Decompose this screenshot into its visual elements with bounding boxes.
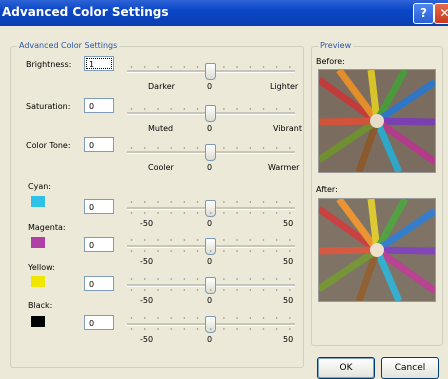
magenta-min-label: -50 bbox=[140, 257, 154, 266]
saturation-label: Saturation: bbox=[26, 102, 71, 111]
cyan-mid-label: 0 bbox=[207, 219, 213, 228]
preview-group-legend: Preview bbox=[318, 41, 354, 50]
color-tone-label: Color Tone: bbox=[26, 141, 71, 150]
yellow-label: Yellow: bbox=[28, 263, 55, 272]
preview-after-label: After: bbox=[316, 185, 338, 194]
close-icon[interactable]: ✕ bbox=[434, 3, 448, 24]
black-mid-label: 0 bbox=[207, 335, 213, 344]
magenta-mid-label: 0 bbox=[207, 257, 213, 266]
saturation-min-label: Muted bbox=[148, 124, 174, 133]
yellow-ticks-bottom bbox=[125, 289, 297, 291]
title-bar[interactable]: Advanced Color Settings ? ✕ bbox=[0, 0, 448, 26]
color-tone-min-label: Cooler bbox=[148, 163, 174, 172]
black-field[interactable]: 0 bbox=[84, 315, 114, 330]
black-min-label: -50 bbox=[140, 335, 154, 344]
saturation-max-label: Vibrant bbox=[273, 124, 302, 133]
cyan-ticks-bottom bbox=[125, 212, 297, 214]
cyan-max-label: 50 bbox=[283, 219, 294, 228]
magenta-label: Magenta: bbox=[28, 223, 66, 232]
saturation-mid-label: 0 bbox=[207, 124, 213, 133]
brightness-label: Brightness: bbox=[26, 60, 72, 69]
black-label: Black: bbox=[28, 301, 53, 310]
brightness-field[interactable]: 1 bbox=[84, 56, 114, 71]
preview-before-label: Before: bbox=[316, 57, 345, 66]
yellow-max-label: 50 bbox=[283, 296, 294, 305]
cancel-button[interactable]: Cancel bbox=[381, 357, 439, 379]
black-row: 0 -50 0 50 bbox=[0, 315, 448, 355]
color-tone-slider-thumb[interactable] bbox=[205, 144, 216, 161]
magenta-slider-thumb[interactable] bbox=[205, 238, 216, 255]
dialog-client: Advanced Color Settings Preview Brightne… bbox=[0, 26, 448, 379]
settings-group-legend: Advanced Color Settings bbox=[17, 41, 120, 50]
color-tone-mid-label: 0 bbox=[207, 163, 213, 172]
black-max-label: 50 bbox=[283, 335, 294, 344]
saturation-field[interactable]: 0 bbox=[84, 98, 114, 113]
pencils-after-image bbox=[319, 199, 435, 301]
black-ticks-bottom bbox=[125, 328, 297, 330]
yellow-min-label: -50 bbox=[140, 296, 154, 305]
preview-after-image bbox=[318, 198, 436, 302]
pencils-before-image bbox=[319, 70, 435, 172]
cyan-field[interactable]: 0 bbox=[84, 199, 114, 214]
black-slider-thumb[interactable] bbox=[205, 316, 216, 333]
cyan-label: Cyan: bbox=[28, 182, 51, 191]
brightness-max-label: Lighter bbox=[270, 82, 299, 91]
brightness-mid-label: 0 bbox=[207, 82, 213, 91]
window-title: Advanced Color Settings bbox=[2, 5, 169, 19]
magenta-max-label: 50 bbox=[283, 257, 294, 266]
magenta-ticks-bottom bbox=[125, 250, 297, 252]
color-tone-field[interactable]: 0 bbox=[84, 137, 114, 152]
yellow-mid-label: 0 bbox=[207, 296, 213, 305]
cyan-min-label: -50 bbox=[140, 219, 154, 228]
help-icon[interactable]: ? bbox=[413, 3, 434, 24]
brightness-min-label: Darker bbox=[148, 82, 175, 91]
cyan-slider-thumb[interactable] bbox=[205, 200, 216, 217]
preview-before-image bbox=[318, 69, 436, 173]
color-tone-max-label: Warmer bbox=[268, 163, 300, 172]
ok-button[interactable]: OK bbox=[317, 357, 375, 379]
brightness-slider-thumb[interactable] bbox=[205, 63, 216, 80]
yellow-field[interactable]: 0 bbox=[84, 276, 114, 291]
magenta-field[interactable]: 0 bbox=[84, 237, 114, 252]
yellow-slider-thumb[interactable] bbox=[205, 277, 216, 294]
saturation-slider-thumb[interactable] bbox=[205, 105, 216, 122]
